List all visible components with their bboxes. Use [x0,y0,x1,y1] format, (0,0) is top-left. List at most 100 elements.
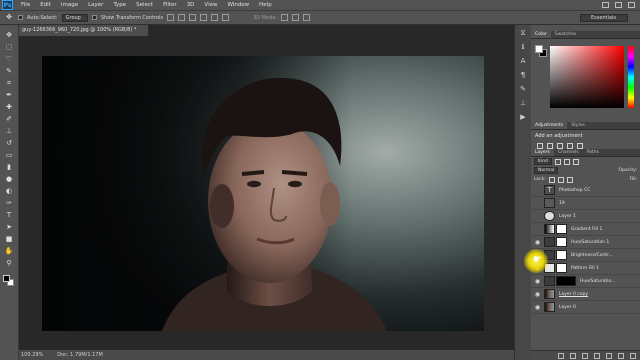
3d-roll-icon[interactable] [292,14,300,21]
layer-name[interactable]: Pattern Fill 1 [571,266,599,271]
maximize-icon[interactable] [615,2,622,8]
3d-rotate-icon[interactable] [281,14,289,21]
menu-select[interactable]: Select [131,2,158,8]
menu-file[interactable]: File [16,2,35,8]
tab-layers[interactable]: Layers [531,149,554,156]
add-mask-icon[interactable] [582,352,588,359]
tab-styles[interactable]: Styles [567,122,589,129]
layer-name[interactable]: Brightness/Contr... [571,253,613,258]
lock-all-icon[interactable] [566,176,573,183]
document-tab[interactable]: guy-1266366_960_720.jpg @ 100% (RGB/8) * [19,25,149,36]
align-center-icon[interactable] [211,14,219,21]
minimize-icon[interactable] [602,2,609,8]
new-adjustment-icon[interactable] [594,352,600,359]
align-bottom-icon[interactable] [189,14,197,21]
history-panel-icon[interactable]: ⧖ [519,29,528,37]
align-top-icon[interactable] [167,14,175,21]
layer-row[interactable]: ◉ Hue/Saturation 1 [531,236,640,249]
color-swatches[interactable] [3,275,15,287]
zoom-level[interactable]: 100.29% [21,352,43,358]
move-tool[interactable]: ✥ [4,31,14,40]
character-panel-icon[interactable]: A [519,57,528,65]
close-icon[interactable] [628,2,635,8]
marquee-tool[interactable]: ⬚ [4,43,14,52]
eye-icon[interactable]: ◉ [533,278,542,285]
align-right-icon[interactable] [222,14,230,21]
eye-icon[interactable]: ◉ [533,291,542,298]
menu-filter[interactable]: Filter [158,2,182,8]
layer-row[interactable]: ◉ Layer 0 copy [531,288,640,301]
3d-pan-icon[interactable] [303,14,311,21]
menu-window[interactable]: Window [222,2,254,8]
color-picker-field[interactable] [550,46,624,108]
hand-tool[interactable]: ✋ [4,247,14,256]
blur-tool[interactable]: ● [4,175,14,184]
path-select-tool[interactable]: ➤ [4,223,14,232]
link-layers-icon[interactable] [558,352,564,359]
new-layer-icon[interactable] [618,352,624,359]
filter-adjust-icon[interactable] [563,158,570,165]
brush-tool[interactable]: ✐ [4,115,14,124]
layer-style-icon[interactable] [570,352,576,359]
layer-name[interactable]: Layer 1 [559,214,576,219]
layer-row[interactable]: 19 [531,197,640,210]
auto-select-dropdown[interactable]: Group [61,13,88,22]
show-transform-checkbox[interactable] [91,15,97,20]
eye-icon[interactable]: ◉ [533,304,542,311]
layer-name[interactable]: Layer 0 [559,305,576,310]
layer-row[interactable]: ◉ Layer 0 [531,301,640,314]
lock-position-icon[interactable] [557,176,564,183]
gradient-tool[interactable]: ▮ [4,163,14,172]
tab-paths[interactable]: Paths [583,149,603,156]
menu-help[interactable]: Help [254,2,277,8]
layer-row[interactable]: Layer 1 [531,210,640,223]
lasso-tool[interactable]: ➰ [4,55,14,64]
foreground-color-swatch[interactable] [3,275,10,282]
eyedropper-tool[interactable]: ✒ [4,91,14,100]
tab-channels[interactable]: Channels [554,149,583,156]
menu-edit[interactable]: Edit [35,2,56,8]
rectangle-tool[interactable]: ■ [4,235,14,244]
align-middle-icon[interactable] [178,14,186,21]
spot-heal-tool[interactable]: ✚ [4,103,14,112]
brush-panel-icon[interactable]: ✎ [519,85,528,93]
layer-name[interactable]: Layer 0 copy [559,292,588,297]
filter-pixel-icon[interactable] [554,158,561,165]
paragraph-panel-icon[interactable]: ¶ [519,71,528,79]
pen-tool[interactable]: ✑ [4,199,14,208]
menu-image[interactable]: Image [56,2,83,8]
clone-source-icon[interactable]: ⊥ [519,99,528,107]
layer-name[interactable]: 19 [559,201,565,206]
new-group-icon[interactable] [606,352,612,359]
layer-row[interactable]: T Photoshop CC [531,184,640,197]
layer-row[interactable]: ◉ Hue/Saturatio... [531,275,640,288]
tab-swatches[interactable]: Swatches [551,31,581,38]
layer-name[interactable]: Gradient Fill 1 [571,227,602,232]
actions-panel-icon[interactable]: ▶ [519,113,528,121]
crop-tool[interactable]: ⌗ [4,79,14,88]
layer-name[interactable]: Photoshop CC [559,188,590,193]
dodge-tool[interactable]: ◐ [4,187,14,196]
lock-pixels-icon[interactable] [548,176,555,183]
image-canvas[interactable] [42,56,484,331]
eye-icon[interactable]: ◉ [533,239,542,246]
zoom-tool[interactable]: ⚲ [4,259,14,268]
menu-3d[interactable]: 3D [182,2,200,8]
eraser-tool[interactable]: ▭ [4,151,14,160]
delete-layer-icon[interactable] [630,352,636,359]
quick-select-tool[interactable]: ✎ [4,67,14,76]
history-brush-tool[interactable]: ↺ [4,139,14,148]
layer-row[interactable]: Gradient Fill 1 [531,223,640,236]
blend-mode-dropdown[interactable]: Normal [534,167,559,174]
workspace-dropdown[interactable]: Essentials [580,14,628,22]
menu-view[interactable]: View [199,2,222,8]
menu-layer[interactable]: Layer [83,2,108,8]
color-panel-foreground-swatch[interactable] [535,45,543,53]
hue-slider[interactable] [628,46,634,108]
align-left-icon[interactable] [200,14,208,21]
layer-kind-filter[interactable]: Kind [534,158,552,165]
doc-size-info[interactable]: Doc: 1.79M/1.17M [57,352,103,358]
tab-color[interactable]: Color [531,31,551,38]
layer-name[interactable]: Hue/Saturatio... [580,279,615,284]
move-tool-icon[interactable]: ✥ [4,13,14,22]
